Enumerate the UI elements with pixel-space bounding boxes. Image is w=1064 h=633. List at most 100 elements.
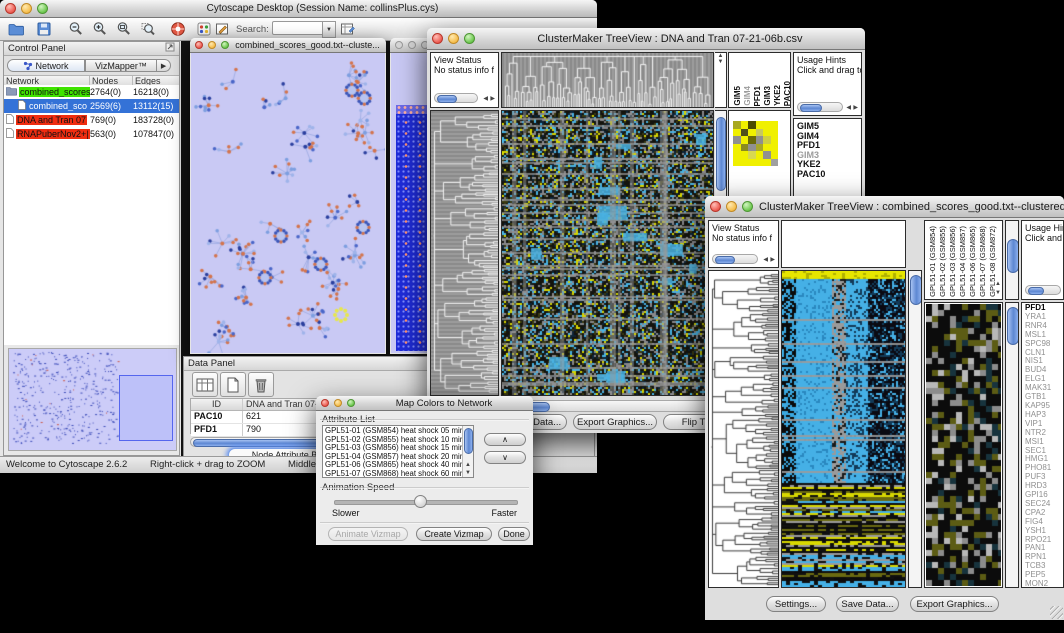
scroll-right-icon[interactable]: ▶	[770, 257, 775, 263]
view-status-scrollbar[interactable]	[434, 93, 478, 103]
scroll-thumb[interactable]	[910, 275, 922, 305]
save-data-button[interactable]: Save Data...	[836, 596, 899, 612]
row-dendrogram-panel[interactable]	[708, 270, 779, 588]
scroll-left-icon[interactable]: ◀	[763, 257, 768, 263]
network-row[interactable]: combined_sco2569(6)13112(15)	[4, 99, 179, 113]
network-view-titlebar[interactable]: combined_scores_good.txt--cluste...	[190, 38, 386, 53]
zoom-window-icon[interactable]	[742, 201, 753, 212]
close-icon[interactable]	[395, 41, 403, 49]
scroll-thumb[interactable]	[800, 104, 822, 112]
zoom-fit-icon[interactable]	[116, 21, 132, 37]
vizmapper-icon[interactable]	[196, 21, 212, 37]
save-icon[interactable]	[36, 21, 52, 37]
attribute-editor-icon[interactable]	[340, 21, 356, 37]
zoom-window-icon[interactable]	[221, 41, 229, 49]
network-canvas[interactable]	[191, 53, 385, 353]
network-row[interactable]: DNA and Tran 07769(0)183728(0)	[4, 113, 179, 127]
scroll-thumb[interactable]	[437, 95, 457, 103]
tab-network[interactable]: Network	[7, 59, 85, 72]
scroll-thumb[interactable]	[1007, 239, 1019, 273]
minimize-icon[interactable]	[334, 399, 342, 407]
search-dropdown-icon[interactable]: ▼	[322, 21, 336, 38]
heatmap-vscrollbar[interactable]	[908, 270, 922, 588]
minimize-icon[interactable]	[408, 41, 416, 49]
minimize-icon[interactable]	[726, 201, 737, 212]
minimize-icon[interactable]	[208, 41, 216, 49]
export-graphics-button[interactable]: Export Graphics...	[910, 596, 999, 612]
settings-button[interactable]: Settings...	[766, 596, 826, 612]
scroll-thumb[interactable]	[715, 256, 735, 264]
tab-vizmapper[interactable]: VizMapper™	[85, 59, 157, 72]
create-vizmap-button[interactable]: Create Vizmap	[416, 527, 492, 541]
select-attributes-icon[interactable]	[192, 372, 218, 397]
labels-vscrollbar[interactable]	[1005, 220, 1019, 300]
scroll-up-icon[interactable]: ▲	[465, 462, 471, 468]
overview-viewport-rect[interactable]	[119, 375, 173, 441]
zoom-region-icon[interactable]	[140, 21, 156, 37]
close-icon[interactable]	[195, 41, 203, 49]
scroll-left-icon[interactable]: ◀	[846, 105, 851, 111]
move-up-button[interactable]: ∧	[484, 433, 526, 446]
animate-vizmap-button[interactable]: Animate Vizmap	[328, 527, 408, 541]
zoom-out-icon[interactable]	[68, 21, 84, 37]
gene-label[interactable]: PAC10	[797, 170, 861, 180]
close-icon[interactable]	[710, 201, 721, 212]
help-lifesaver-icon[interactable]	[170, 21, 186, 37]
network-overview-panel[interactable]	[8, 348, 177, 451]
tab-overflow-arrow[interactable]: ▶	[157, 59, 171, 72]
search-input[interactable]	[272, 21, 324, 35]
view-status-scrollbar[interactable]	[712, 254, 758, 264]
scroll-thumb[interactable]	[716, 117, 726, 191]
usage-hints-scrollbar[interactable]	[1025, 285, 1061, 295]
zoom-window-icon[interactable]	[347, 399, 355, 407]
treeview-dna-title: ClusterMaker TreeView : DNA and Tran 07-…	[475, 33, 865, 45]
usage-hints-scrollbar[interactable]	[797, 102, 843, 112]
close-icon[interactable]	[432, 33, 443, 44]
zoom-window-icon[interactable]	[464, 33, 475, 44]
network-row[interactable]: RNAPuberNov2+|563(0)107847(0)	[4, 127, 179, 141]
zoom-window-icon[interactable]	[37, 3, 48, 14]
export-graphics-button[interactable]: Export Graphics...	[573, 414, 657, 430]
scroll-left-icon[interactable]: ◀	[483, 96, 488, 102]
row-dendrogram-panel[interactable]	[430, 110, 499, 396]
open-icon[interactable]	[8, 21, 24, 37]
column-dendrogram-panel[interactable]	[501, 52, 714, 108]
dialog-titlebar[interactable]: Map Colors to Network	[316, 396, 533, 411]
scroll-up-icon[interactable]: ▲	[995, 281, 1001, 287]
scroll-strip[interactable]: ▲ ▼	[715, 52, 727, 108]
trash-icon[interactable]	[248, 372, 274, 397]
attribute-list-vscrollbar[interactable]: ▲ ▼	[462, 426, 473, 477]
scroll-thumb[interactable]	[1028, 287, 1044, 295]
zoom-in-icon[interactable]	[92, 21, 108, 37]
move-down-button[interactable]: ∨	[484, 451, 526, 464]
genelist-vscrollbar[interactable]	[1005, 302, 1019, 588]
minimize-icon[interactable]	[448, 33, 459, 44]
scroll-down-icon[interactable]: ▼	[465, 470, 471, 476]
main-titlebar[interactable]: Cytoscape Desktop (Session Name: collins…	[0, 0, 597, 18]
resize-grip[interactable]	[1050, 606, 1063, 619]
scroll-thumb[interactable]	[1007, 307, 1019, 345]
attribute-item[interactable]: GPL51-07 (GSM868) heat shock 60 min	[325, 470, 471, 478]
annotation-icon[interactable]	[214, 21, 230, 37]
scroll-right-icon[interactable]: ▶	[490, 96, 495, 102]
sub-heatmap-panel[interactable]	[924, 302, 1003, 588]
float-panel-icon[interactable]	[165, 42, 175, 55]
close-icon[interactable]	[5, 3, 16, 14]
new-doc-icon[interactable]	[220, 372, 246, 397]
treeview-dna-titlebar[interactable]: ClusterMaker TreeView : DNA and Tran 07-…	[427, 28, 865, 50]
scroll-thumb[interactable]	[464, 428, 473, 454]
close-icon[interactable]	[321, 399, 329, 407]
attribute-listbox[interactable]: GPL51-01 (GSM854) heat shock 05 minGPL51…	[322, 425, 474, 478]
summary-matrix[interactable]	[733, 121, 778, 166]
column-dendrogram-panel[interactable]	[781, 220, 906, 268]
gene-label[interactable]: MON2	[1025, 580, 1063, 588]
treeview-combined-titlebar[interactable]: ClusterMaker TreeView : combined_scores_…	[705, 196, 1064, 218]
minimize-icon[interactable]	[21, 3, 32, 14]
heatmap-panel[interactable]	[501, 110, 714, 396]
scroll-down-icon[interactable]: ▼	[995, 290, 1001, 296]
animation-slider-thumb[interactable]	[414, 495, 427, 508]
heatmap-panel[interactable]	[781, 270, 906, 588]
done-button[interactable]: Done	[498, 527, 530, 541]
network-row[interactable]: combined_scores_2764(0)16218(0)	[4, 85, 179, 99]
scroll-right-icon[interactable]: ▶	[853, 105, 858, 111]
